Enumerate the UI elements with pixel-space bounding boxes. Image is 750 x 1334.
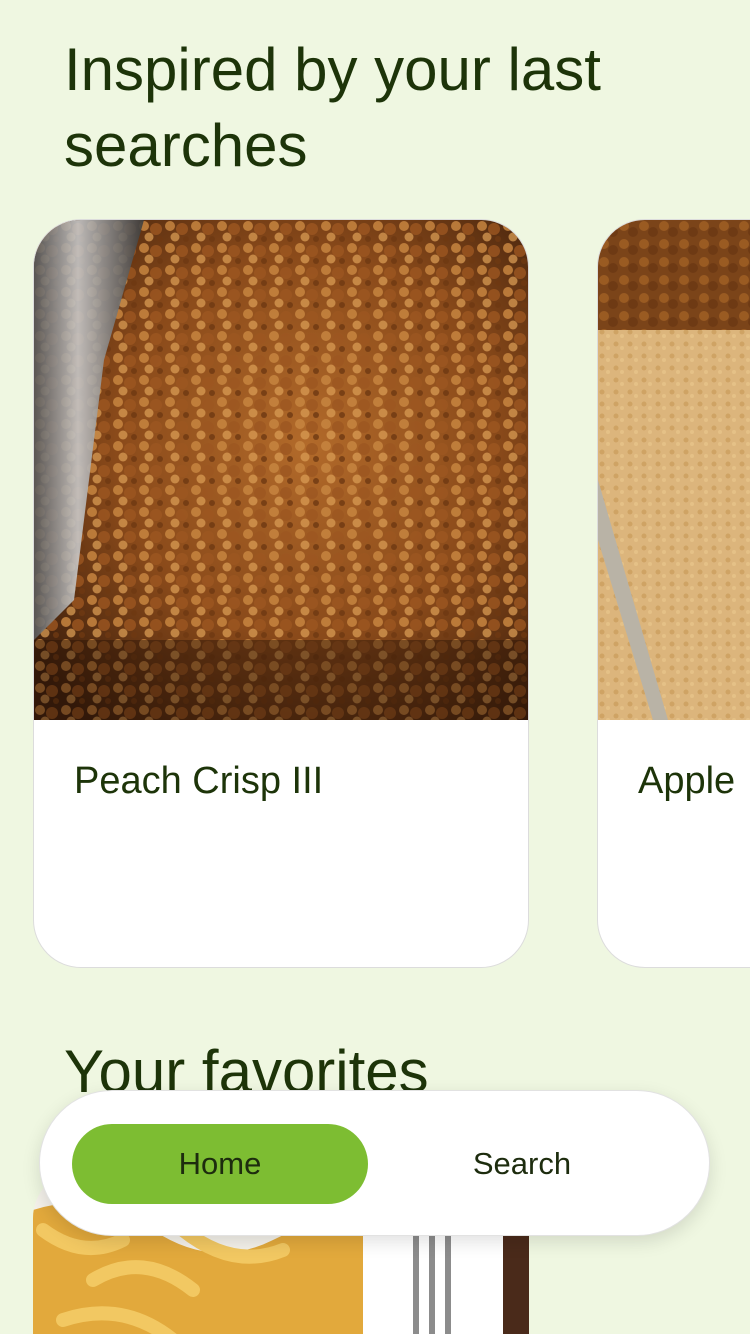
recipe-card-peach-crisp[interactable]: Peach Crisp III xyxy=(33,219,529,968)
nav-search-tab[interactable]: Search xyxy=(374,1124,670,1204)
nav-search-label: Search xyxy=(472,1146,572,1181)
recipe-card-apple[interactable]: Apple xyxy=(597,219,750,968)
section-title-inspired: Inspired by your last searches xyxy=(64,36,601,179)
recipe-title: Apple xyxy=(638,760,736,802)
recipe-image-apple xyxy=(598,220,750,720)
recipe-image-peach-crisp xyxy=(34,220,528,720)
nav-home-tab[interactable]: Home xyxy=(72,1124,368,1204)
bottom-navigation: Home Search xyxy=(39,1090,710,1236)
nav-home-label: Home xyxy=(178,1146,262,1181)
home-screen: Inspired by your last searches Peach Cri… xyxy=(0,0,750,1334)
recipe-title: Peach Crisp III xyxy=(74,760,324,802)
